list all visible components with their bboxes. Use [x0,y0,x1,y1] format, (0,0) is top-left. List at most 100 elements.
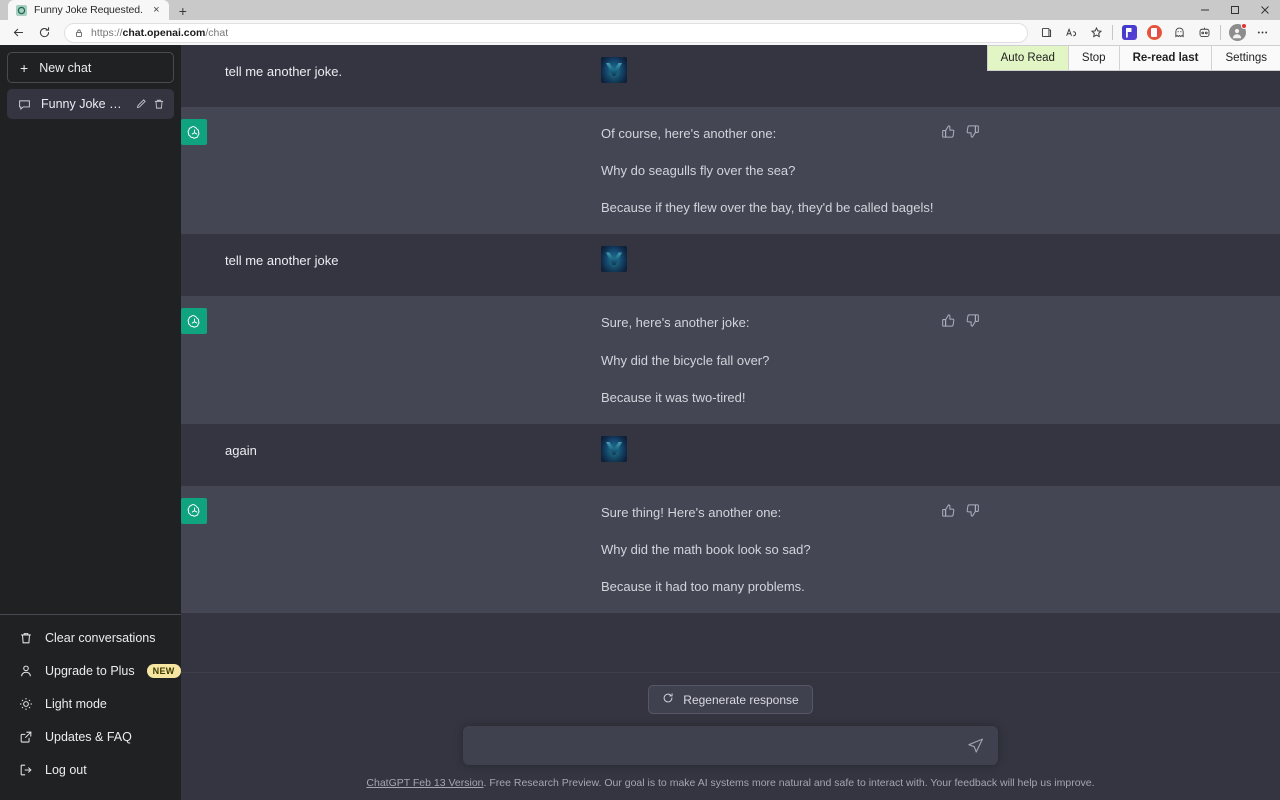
trash-icon [19,631,33,645]
tab-title: Funny Joke Requested. [34,4,143,16]
back-arrow-icon[interactable] [6,22,30,43]
url-text: https://chat.openai.com/chat [91,27,228,39]
toolbar-divider-2 [1220,25,1221,40]
openai-icon [16,5,27,16]
profile-avatar-icon[interactable] [1225,22,1249,43]
user-avatar [601,57,627,83]
more-options-icon[interactable] [1250,22,1274,43]
conversation-title: Funny Joke Requested. [41,97,125,111]
openai-avatar [181,498,207,524]
sidebar-item-upgrade-to-plus[interactable]: Upgrade to Plus NEW [7,654,174,687]
sidebar-item-log-out[interactable]: Log out [7,753,174,786]
refresh-icon [662,692,674,707]
sidebar-item-updates-faq[interactable]: Updates & FAQ [7,720,174,753]
sidebar-item-label: Light mode [45,697,162,711]
conversation-list: Funny Joke Requested. [0,89,181,119]
message-paragraph: Sure, here's another joke: [601,314,980,331]
chat-thread: tell me another joke. Of course, here's … [181,45,1280,672]
maximize-icon[interactable] [1220,0,1250,20]
re-read-last-button[interactable]: Re-read last [1120,46,1213,70]
message-feedback-actions [941,503,980,518]
new-chat-label: New chat [39,61,91,75]
thumbs-up-icon[interactable] [941,124,956,139]
tab-strip: Funny Joke Requested. × + [0,0,1190,20]
regenerate-wrapper: Regenerate response [181,685,1280,714]
notification-dot [1241,23,1247,29]
sidebar-item-label: Upgrade to Plus [45,664,135,678]
message-body: Sure, here's another joke: Why did the b… [601,314,980,405]
input-wrapper [181,726,1280,765]
footer-disclaimer: ChatGPT Feb 13 Version. Free Research Pr… [181,765,1280,800]
sidebar-item-label: Clear conversations [45,631,162,645]
chat-message-user: again [181,424,1280,486]
message-paragraph: Sure thing! Here's another one: [601,504,980,521]
version-link[interactable]: ChatGPT Feb 13 Version [366,777,483,789]
thumbs-up-icon[interactable] [941,313,956,328]
user-avatar [601,246,627,272]
disclaimer-text: . Free Research Preview. Our goal is to … [484,777,1095,789]
auto-read-button[interactable]: Auto Read [988,46,1069,70]
sidebar-footer: Clear conversations Upgrade to Plus NEW … [0,614,181,800]
ghost-extension-icon[interactable] [1167,22,1191,43]
robot-extension-icon[interactable] [1192,22,1216,43]
trash-icon[interactable] [153,98,165,110]
main-panel: tell me another joke. Of course, here's … [181,45,1280,800]
message-paragraph: Of course, here's another one: [601,125,980,142]
new-tab-button[interactable]: + [172,2,194,20]
conversation-actions [135,98,165,110]
plus-icon: + [20,61,28,75]
read-aloud-icon[interactable] [1059,22,1083,43]
message-feedback-actions [941,313,980,328]
conversation-item[interactable]: Funny Joke Requested. [7,89,174,119]
message-paragraph: Because it was two-tired! [601,389,980,406]
chat-message-user: tell me another joke [181,234,1280,296]
message-paragraph: Because if they flew over the bay, they'… [601,199,980,216]
minimize-icon[interactable] [1190,0,1220,20]
refresh-icon[interactable] [32,22,56,43]
status-badge: NEW [147,664,181,678]
message-body: Of course, here's another one: Why do se… [601,125,980,216]
favorites-icon[interactable] [1084,22,1108,43]
auto-read-toolbar: Auto Read Stop Re-read last Settings [987,45,1280,71]
thumbs-down-icon[interactable] [965,503,980,518]
thumbs-up-icon[interactable] [941,503,956,518]
sidebar-item-clear-conversations[interactable]: Clear conversations [7,621,174,654]
browser-chrome: Funny Joke Requested. × + https://ch [0,0,1280,45]
browser-titlebar: Funny Joke Requested. × + [0,0,1280,20]
sun-icon [19,697,33,711]
settings-button[interactable]: Settings [1212,46,1280,70]
thumbs-down-icon[interactable] [965,124,980,139]
extension-pink-icon[interactable] [1142,22,1166,43]
external-link-icon [19,730,33,744]
sidebar-item-light-mode[interactable]: Light mode [7,687,174,720]
collections-icon[interactable] [1034,22,1058,43]
message-feedback-actions [941,124,980,139]
chat-message-assistant: Of course, here's another one: Why do se… [181,107,1280,234]
stop-button[interactable]: Stop [1069,46,1120,70]
close-icon[interactable] [1250,0,1280,20]
browser-tab[interactable]: Funny Joke Requested. × [8,0,169,20]
message-input[interactable] [477,738,967,753]
pencil-icon[interactable] [135,98,147,110]
browser-navbar: https://chat.openai.com/chat [0,20,1280,45]
sidebar-item-label: Updates & FAQ [45,730,162,744]
message-body: Sure thing! Here's another one: Why did … [601,504,980,595]
app-shell: + New chat Funny Joke Requested. [0,45,1280,800]
toolbar-divider [1112,25,1113,40]
regenerate-response-button[interactable]: Regenerate response [648,685,812,714]
thumbs-down-icon[interactable] [965,313,980,328]
close-icon[interactable]: × [150,4,163,17]
lock-icon [74,28,84,38]
new-chat-button[interactable]: + New chat [7,52,174,83]
address-bar[interactable]: https://chat.openai.com/chat [64,23,1028,43]
user-avatar [601,436,627,462]
composer-area: Regenerate response ChatGPT Feb 13 Versi… [181,672,1280,800]
send-icon[interactable] [967,737,984,754]
openai-avatar [181,119,207,145]
chat-message-assistant: Sure thing! Here's another one: Why did … [181,486,1280,613]
sidebar: + New chat Funny Joke Requested. [0,45,181,800]
openai-avatar [181,308,207,334]
extension-blue-icon[interactable] [1117,22,1141,43]
window-controls [1190,0,1280,20]
message-input-box[interactable] [463,726,998,765]
